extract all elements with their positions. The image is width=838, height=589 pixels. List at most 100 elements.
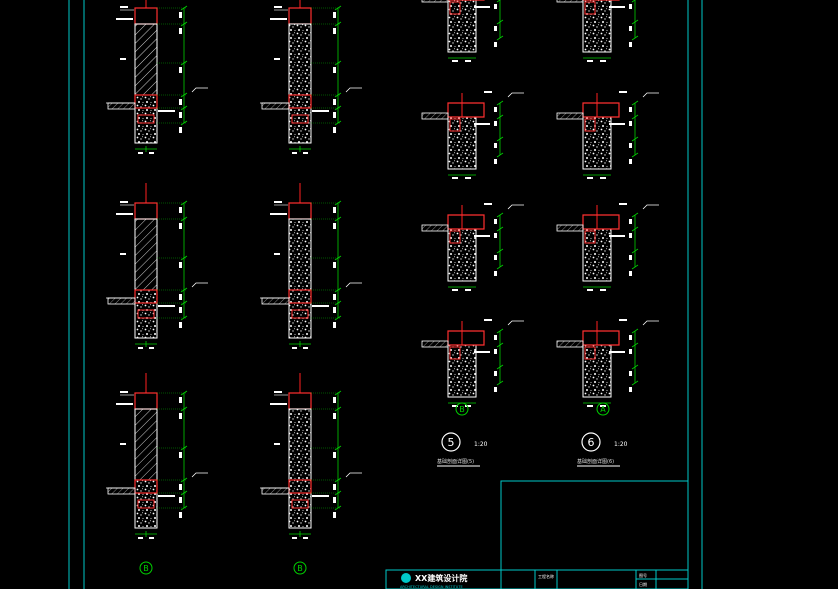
leader-label-mark xyxy=(619,203,627,205)
bottom-dimension-label-mark xyxy=(465,177,471,179)
section-caption-5: 基础剖面详图(5) xyxy=(437,458,474,465)
footing-body xyxy=(447,344,477,398)
dimension-label-mark xyxy=(179,127,182,133)
leader-label-mark xyxy=(609,351,625,353)
ground-slab xyxy=(421,224,449,232)
axis-label-right-1: B xyxy=(459,405,465,414)
dimension-label-mark xyxy=(333,497,336,503)
leader-label-mark xyxy=(484,319,492,321)
bottom-dimension-label-mark xyxy=(600,289,606,291)
ring-beam xyxy=(134,202,158,220)
elevation-mark xyxy=(507,320,524,326)
ground-slab xyxy=(261,487,290,495)
wall-detail xyxy=(106,183,208,349)
dimension-label-mark xyxy=(629,26,632,31)
footing-detail xyxy=(421,0,504,62)
leader-label-mark xyxy=(270,403,287,405)
dimension-label-mark xyxy=(629,42,632,47)
dimension-label-mark xyxy=(333,12,336,18)
bottom-dimension-label-mark xyxy=(138,152,143,154)
footing-detail xyxy=(556,203,659,291)
wall-detail xyxy=(260,183,362,349)
footing-cap xyxy=(447,102,485,118)
dimension-label-mark xyxy=(494,387,497,392)
dimension-label-mark xyxy=(629,349,632,354)
bottom-dimension-label-mark xyxy=(587,289,593,291)
dimension-label-mark xyxy=(179,262,182,268)
section-caption-6: 基础剖面详图(6) xyxy=(577,458,614,465)
dimension-label-mark xyxy=(494,349,497,354)
dimension-label-mark xyxy=(494,26,497,31)
institute-subtitle: ARCHITECTURAL DESIGN INSTITUTE xyxy=(400,585,463,589)
dimension-label-mark xyxy=(333,452,336,458)
dimension-label-mark xyxy=(179,452,182,458)
elevation-mark xyxy=(191,282,208,288)
leader-label-mark xyxy=(274,201,282,203)
leader-label-mark xyxy=(120,58,126,60)
bottom-dimension-label-mark xyxy=(452,289,458,291)
ground-slab xyxy=(556,224,584,232)
footing-detail xyxy=(421,91,524,179)
ground-slab xyxy=(421,340,449,348)
bottom-dimension-label-mark xyxy=(600,60,606,62)
bottom-dimension-label-mark xyxy=(292,347,297,349)
section-scale-5: 1:20 xyxy=(474,441,488,448)
dimension-label-mark xyxy=(629,255,632,260)
ground-slab xyxy=(107,297,136,305)
ground-slab xyxy=(556,0,584,3)
dimension-label-mark xyxy=(629,143,632,148)
leader-label-mark xyxy=(474,123,490,125)
footing-cap xyxy=(582,214,620,230)
leader-label-mark xyxy=(312,305,329,307)
dimension-label-mark xyxy=(629,4,632,9)
ring-beam xyxy=(288,7,312,25)
dimension-label-mark xyxy=(629,219,632,224)
bottom-dimension-label-mark xyxy=(292,537,297,539)
dimension-label-mark xyxy=(494,335,497,340)
leader-label-mark xyxy=(116,403,133,405)
title-cell-2: 图号 xyxy=(639,572,647,578)
wall-body xyxy=(134,408,158,482)
dimension-label-mark xyxy=(494,4,497,9)
ground-slab xyxy=(556,340,584,348)
leader-label-mark xyxy=(274,253,280,255)
axis-label-left-2: B xyxy=(297,564,303,573)
leader-label-mark xyxy=(312,495,329,497)
leader-label-mark xyxy=(158,495,175,497)
leader-label-mark xyxy=(484,203,492,205)
elevation-mark xyxy=(642,204,659,210)
footing-body xyxy=(582,344,612,398)
institute-name: XX建筑设计院 xyxy=(415,573,467,583)
dimension-label-mark xyxy=(333,127,336,133)
elevation-mark xyxy=(642,320,659,326)
dimension-label-mark xyxy=(179,12,182,18)
dimension-label-mark xyxy=(494,219,497,224)
footing-body xyxy=(447,0,477,53)
bottom-dimension-label-mark xyxy=(303,347,308,349)
wall-body xyxy=(288,23,312,97)
axis-label-left-1: B xyxy=(143,564,149,573)
axis-bubble-right-1: B xyxy=(455,402,469,416)
dimension-label-mark xyxy=(179,307,182,313)
dimension-label-mark xyxy=(179,413,182,419)
bottom-dimension-label-mark xyxy=(452,177,458,179)
ring-beam xyxy=(134,7,158,25)
wall-body xyxy=(288,408,312,482)
wall-body xyxy=(134,23,158,97)
title-cell-1: 工程名称 xyxy=(538,573,554,579)
leader-label-mark xyxy=(158,110,175,112)
ground-slab xyxy=(421,0,449,3)
bottom-dimension-label-mark xyxy=(149,152,154,154)
leader-label-mark xyxy=(484,91,492,93)
bottom-dimension-label-mark xyxy=(452,60,458,62)
footing-body xyxy=(447,228,477,282)
dimension-label-mark xyxy=(494,371,497,376)
wall-detail xyxy=(106,373,208,539)
leader-label-mark xyxy=(120,253,126,255)
section-scale-6: 1:20 xyxy=(614,441,628,448)
bottom-dimension-label-mark xyxy=(465,60,471,62)
dimension-label-mark xyxy=(333,512,336,518)
dimension-label-mark xyxy=(333,307,336,313)
dimension-label-mark xyxy=(629,121,632,126)
title-cell-3: 日期 xyxy=(639,581,647,587)
